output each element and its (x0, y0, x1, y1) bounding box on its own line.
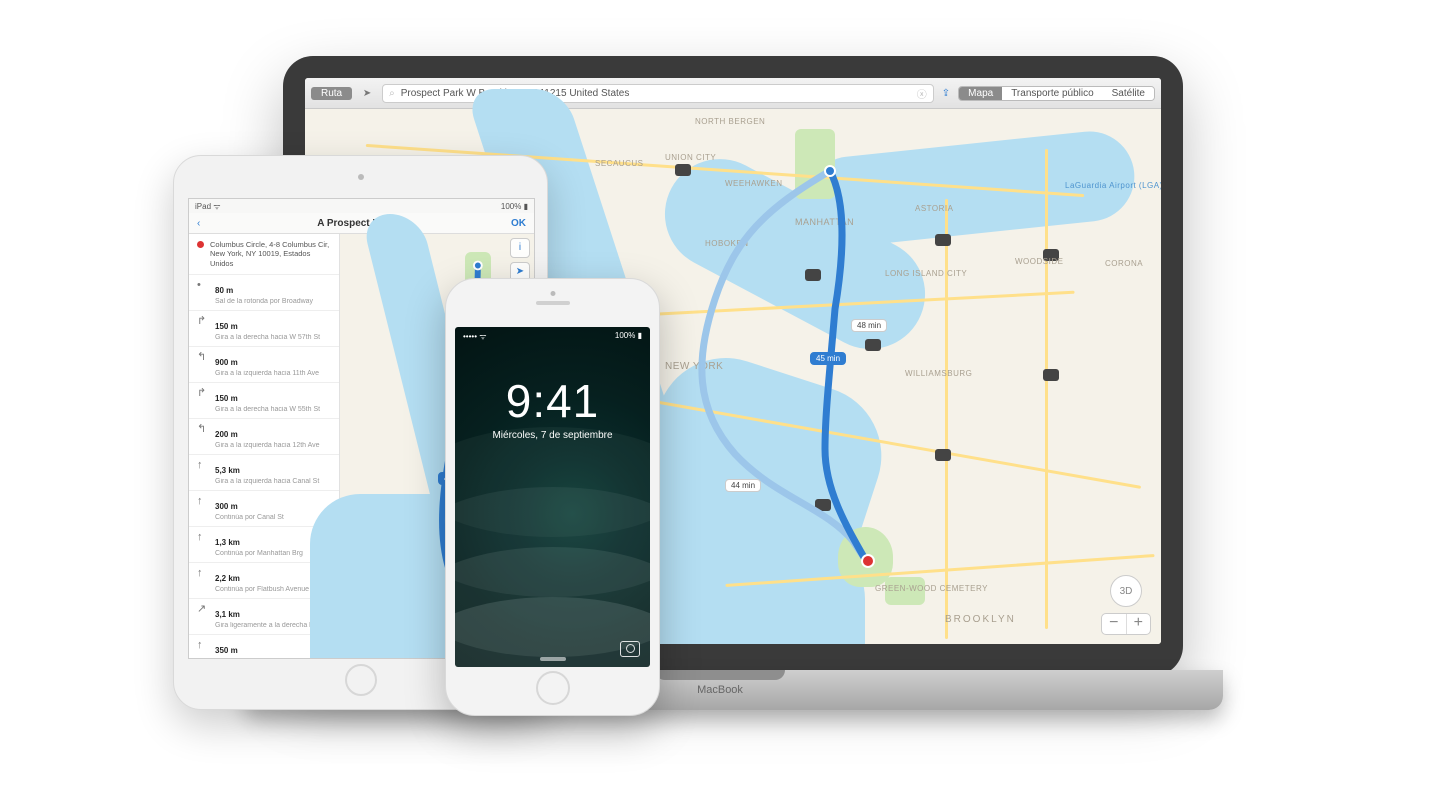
iphone-camera-icon (550, 291, 555, 296)
clear-icon[interactable]: ⓧ (917, 86, 927, 101)
step-distance: 150 m (215, 394, 238, 403)
map-label-airport: LaGuardia Airport (LGA) (1065, 181, 1161, 190)
step-distance: 200 m (215, 430, 238, 439)
info-button[interactable]: i (510, 238, 530, 258)
direction-step[interactable]: ↱ 150 m Gira a la derecha hacia W 55th St (189, 383, 339, 419)
turn-icon: ↰ (197, 424, 209, 449)
ipad-camera-icon (358, 174, 364, 180)
map-label: Astoria (915, 204, 953, 213)
step-distance: 2,2 km (215, 574, 240, 583)
map-label: Williamsburg (905, 369, 972, 378)
step-instruction: Sal de la rotonda por Broadway (215, 298, 333, 305)
tab-map[interactable]: Mapa (959, 87, 1002, 100)
map-label: Weehawken (725, 179, 783, 188)
direction-step[interactable]: ↑ 5,3 km Gira a la izquierda hacia Canal S… (189, 455, 339, 491)
step-distance: 900 m (215, 358, 238, 367)
compass-3d-button[interactable]: 3D (1110, 575, 1142, 607)
unlock-grabber-icon[interactable] (540, 657, 566, 661)
turn-icon: ↑ (197, 568, 209, 593)
step-instruction: Gira a la derecha hacia W 57th St (215, 334, 333, 341)
direction-step[interactable]: • 80 m Sal de la rotonda por Broadway (189, 275, 339, 311)
iphone-device: ••••• ᯤ 100% ▮ 9:41 Miércoles, 7 de sept… (445, 278, 660, 716)
ipad-home-button[interactable] (345, 664, 377, 696)
direction-step[interactable]: ↰ 200 m Gira a la izquierda hacia 12th Ave (189, 419, 339, 455)
status-left: iPad ᯤ (195, 201, 221, 212)
share-icon[interactable]: ⇪ (942, 88, 950, 99)
turn-icon: ↱ (197, 316, 209, 341)
step-distance: 150 m (215, 322, 238, 331)
tab-transit[interactable]: Transporte público (1002, 87, 1102, 100)
turn-icon: ↑ (197, 532, 209, 557)
zoom-out-button[interactable]: − (1102, 614, 1127, 634)
map-label: Hoboken (705, 239, 749, 248)
map-label: Manhattan (795, 217, 854, 227)
status-right: 100% ▮ (501, 202, 528, 211)
tab-satellite[interactable]: Satélite (1103, 87, 1154, 100)
destination-pin-icon (861, 554, 875, 568)
macbook-notch (655, 670, 785, 680)
step-instruction: Prepárate para estacionar en Prospect Pa… (215, 658, 340, 659)
step-instruction: Gira a la izquierda hacia 12th Ave (215, 442, 333, 449)
turn-icon: • (197, 280, 209, 305)
step-instruction: Gira a la derecha hacia W 55th St (215, 406, 333, 413)
eta-bubble-alt[interactable]: 48 min (851, 319, 887, 332)
map-label: Long Island City (885, 269, 967, 278)
turn-icon: ↰ (197, 352, 209, 377)
iphone-speaker-icon (536, 301, 570, 305)
start-pin-icon (197, 241, 204, 248)
eta-bubble-alt[interactable]: 44 min (725, 479, 761, 492)
eta-bubble-primary[interactable]: 45 min (810, 352, 846, 365)
lock-time: 9:41 (455, 374, 650, 428)
direction-step[interactable]: ↱ 150 m Gira a la derecha hacia W 57th St (189, 311, 339, 347)
iphone-home-button[interactable] (536, 671, 570, 705)
map-label: Brooklyn (945, 614, 1016, 625)
map-label: Corona (1105, 259, 1143, 268)
search-icon: ⌕ (389, 88, 395, 99)
turn-icon: ↗ (197, 604, 209, 629)
turn-icon: ↑ (197, 640, 209, 659)
step-distance: 350 m (215, 646, 238, 655)
zoom-in-button[interactable]: + (1127, 614, 1151, 634)
step-distance: 3,1 km (215, 610, 240, 619)
back-icon[interactable]: ‹ (197, 218, 200, 229)
step-instruction: Gira a la izquierda hacia Canal St (215, 478, 333, 485)
mac-toolbar: Ruta ➤ ⌕ Prospect Park W Brooklyn, NY 11… (305, 78, 1161, 109)
map-label: Union City (665, 153, 716, 162)
map-label: North Bergen (695, 117, 765, 126)
turn-icon: ↱ (197, 388, 209, 413)
view-mode-segmented[interactable]: Mapa Transporte público Satélite (958, 86, 1155, 101)
step-distance: 5,3 km (215, 466, 240, 475)
camera-shortcut-icon[interactable] (620, 641, 640, 657)
route-button[interactable]: Ruta (311, 87, 352, 100)
map-label: Woodside (1015, 257, 1063, 266)
step-distance: 80 m (215, 286, 233, 295)
search-field[interactable]: ⌕ Prospect Park W Brooklyn, NY 11215 Uni… (382, 84, 934, 103)
map-label: New York (665, 361, 723, 372)
step-distance: 1,3 km (215, 538, 240, 547)
start-address: Columbus Circle, 4-8 Columbus Cir, New Y… (189, 234, 339, 275)
status-left: ••••• ᯤ (463, 331, 487, 342)
ok-button[interactable]: OK (511, 218, 526, 229)
direction-step[interactable]: ↰ 900 m Gira a la izquierda hacia 11th Ave (189, 347, 339, 383)
step-distance: 300 m (215, 502, 238, 511)
ipad-statusbar: iPad ᯤ 100% ▮ (189, 199, 534, 213)
turn-icon: ↑ (197, 460, 209, 485)
step-instruction: Gira a la izquierda hacia 11th Ave (215, 370, 333, 377)
map-label: Green-Wood Cemetery (875, 584, 988, 593)
macbook-label: MacBook (697, 684, 743, 696)
turn-icon: ↑ (197, 496, 209, 521)
map-label: Secaucus (595, 159, 643, 168)
locate-icon[interactable]: ➤ (360, 88, 374, 99)
iphone-lockscreen[interactable]: ••••• ᯤ 100% ▮ 9:41 Miércoles, 7 de sept… (455, 327, 650, 667)
status-right: 100% ▮ (615, 331, 642, 342)
